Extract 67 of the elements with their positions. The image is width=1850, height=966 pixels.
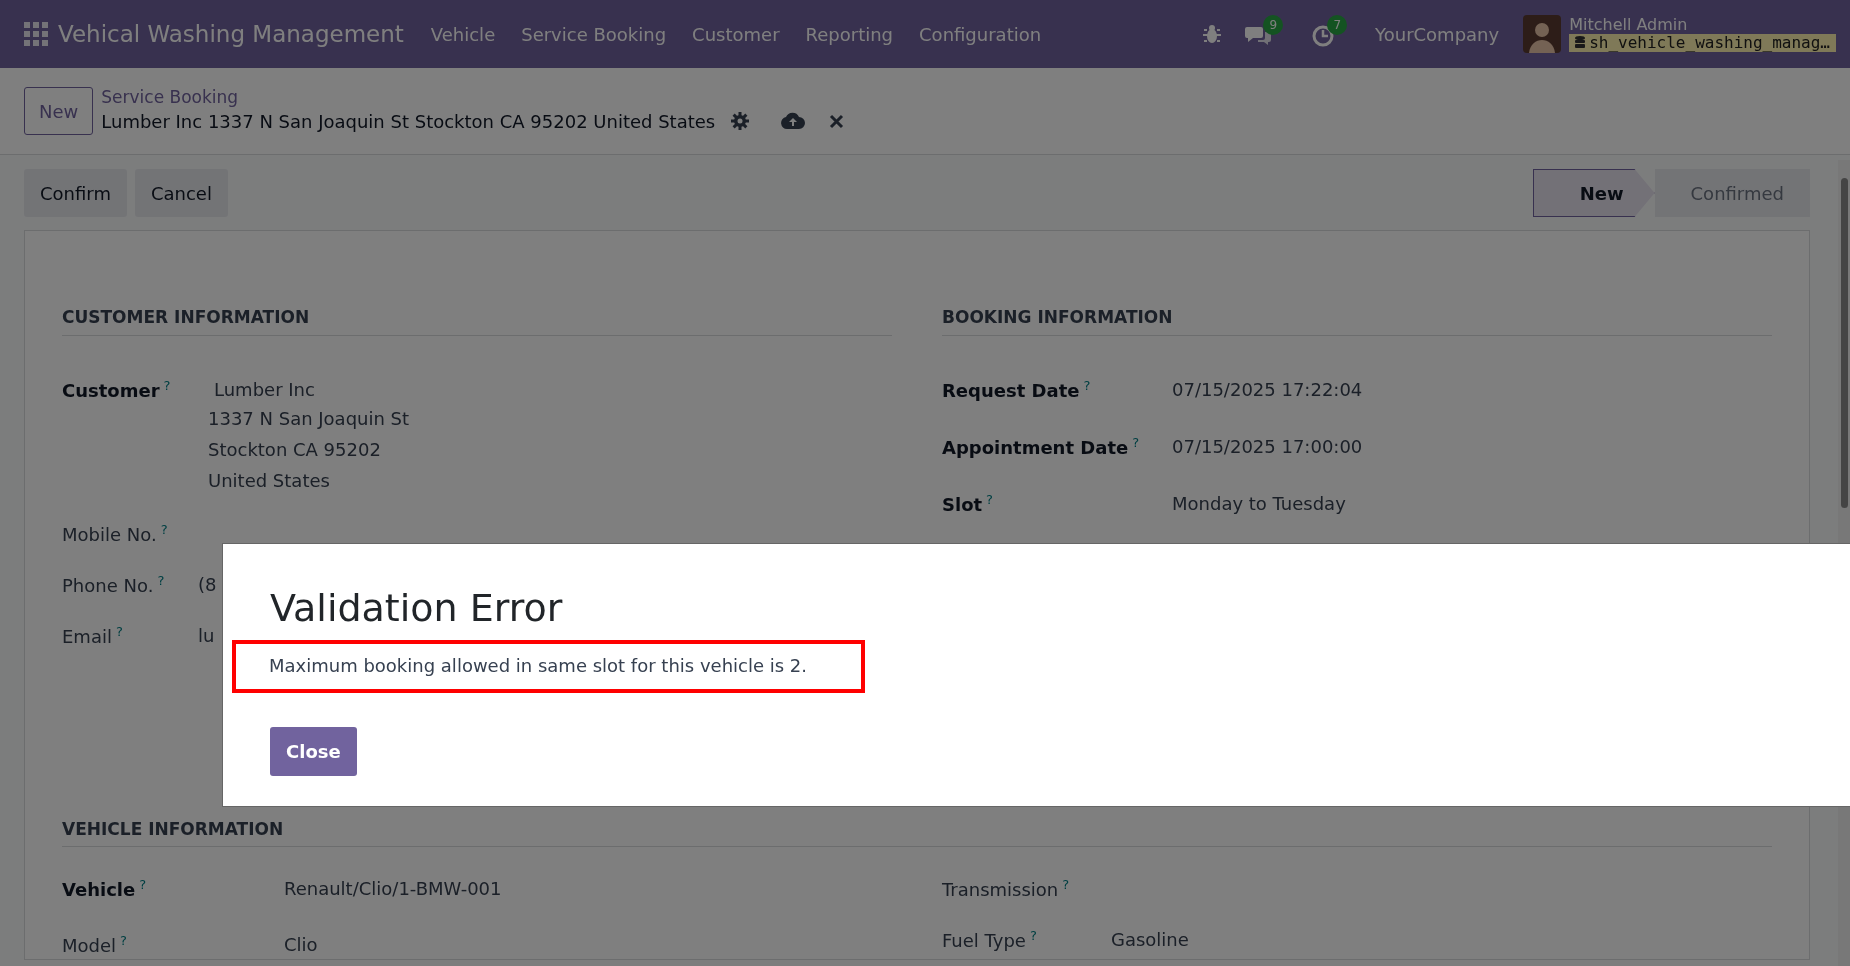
avatar-icon[interactable]	[1523, 15, 1562, 53]
field-value: 07/15/2025 17:22:04	[1172, 377, 1364, 402]
help-mark[interactable]: ?	[1083, 377, 1091, 393]
field-label: Customer	[62, 379, 160, 401]
help-mark[interactable]: ?	[1029, 928, 1037, 943]
section-title: VEHICLE INFORMATION	[62, 816, 1772, 847]
action-button[interactable]: Confirm	[24, 169, 127, 217]
new-button[interactable]: New	[24, 87, 94, 135]
menu-item[interactable]: Customer	[679, 20, 793, 48]
field-label: Fuel Type	[942, 930, 1026, 951]
field-label: Slot	[942, 493, 983, 515]
field-value: Gasoline	[1111, 928, 1190, 952]
record-title: Lumber Inc 1337 N San Joaquin St Stockton CA 95202 United States	[101, 109, 716, 134]
help-mark[interactable]: ?	[1132, 434, 1140, 450]
help-mark[interactable]: ?	[120, 933, 127, 948]
status-step[interactable]: Confirmed	[1654, 169, 1810, 217]
field-label: Appointment Date	[942, 436, 1129, 458]
field-value: Monday to Tuesday	[1172, 491, 1347, 516]
user-name[interactable]: Mitchell Admin	[1569, 16, 1836, 34]
field-label: Request Date	[942, 379, 1080, 401]
section-title: BOOKING INFORMATION	[942, 305, 1772, 336]
help-mark[interactable]: ?	[139, 877, 147, 892]
chat-icon[interactable]	[1245, 24, 1272, 47]
field-value: Clio	[284, 933, 319, 957]
database-icon	[1575, 36, 1586, 50]
address-line: Stockton CA 95202	[208, 437, 382, 462]
menu-item[interactable]: Service Booking	[508, 20, 680, 48]
field-label: Email	[62, 625, 112, 647]
bug-icon[interactable]	[1203, 24, 1222, 44]
help-mark[interactable]: ?	[157, 572, 165, 588]
field-value: 07/15/2025 17:00:00	[1172, 434, 1364, 459]
menu-item[interactable]: Configuration	[906, 20, 1055, 48]
field-value: (8	[198, 572, 218, 597]
clock-icon[interactable]	[1311, 23, 1336, 48]
menu-item[interactable]: Reporting	[792, 20, 907, 48]
help-mark[interactable]: ?	[1062, 877, 1070, 892]
address-line: United States	[208, 468, 331, 493]
help-mark[interactable]: ?	[115, 623, 123, 639]
field-value: Renault/Clio/1-BMW-001	[284, 877, 503, 901]
close-icon[interactable]	[829, 113, 845, 129]
settings-icon[interactable]	[731, 112, 750, 131]
help-mark[interactable]: ?	[160, 521, 168, 537]
field-label: Phone No.	[62, 574, 154, 596]
message-count: 9	[1263, 14, 1284, 35]
field-label: Model	[62, 935, 117, 956]
breadcrumb-link[interactable]: Service Booking	[101, 87, 845, 108]
app-name[interactable]: Vehical Washing Management	[58, 16, 404, 52]
field-label: Transmission	[942, 879, 1059, 900]
dialog-title: Validation Error	[270, 586, 564, 632]
cloud-upload-icon[interactable]	[781, 112, 806, 131]
field-label: Mobile No.	[62, 523, 157, 545]
address-line: 1337 N San Joaquin St	[208, 406, 411, 431]
company-name[interactable]: YourCompany	[1375, 20, 1500, 48]
field-value: Lumber Inc	[213, 377, 316, 402]
apps-menu-icon[interactable]	[24, 22, 48, 46]
database-name: sh_vehicle_washing_manag…	[1589, 34, 1830, 52]
field-value: lu	[198, 623, 216, 648]
error-message: Maximum booking allowed in same slot for this vehicle is 2.	[232, 639, 865, 693]
section-title: CUSTOMER INFORMATION	[62, 305, 892, 336]
close-button[interactable]: Close	[270, 726, 357, 776]
status-step[interactable]: New	[1532, 169, 1655, 217]
activity-count: 7	[1327, 14, 1348, 35]
field-label: Vehicle	[62, 879, 136, 900]
menu-item[interactable]: Vehicle	[417, 20, 509, 48]
help-mark[interactable]: ?	[986, 491, 993, 507]
help-mark[interactable]: ?	[163, 377, 171, 393]
action-button[interactable]: Cancel	[134, 169, 228, 217]
